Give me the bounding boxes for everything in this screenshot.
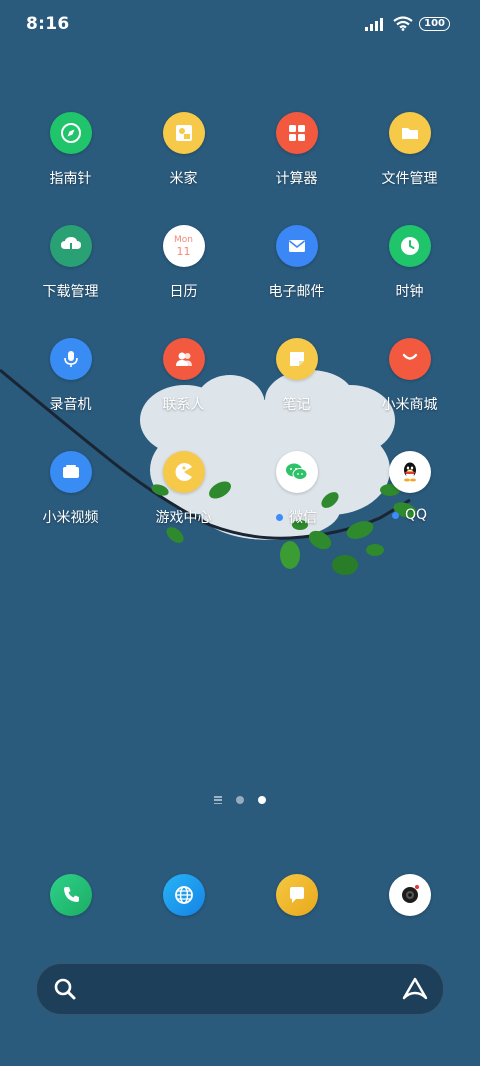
app-label: 计算器 xyxy=(275,171,318,187)
app-wechat[interactable]: 微信 xyxy=(240,451,353,564)
clock-icon xyxy=(388,225,431,267)
browser-icon xyxy=(162,874,205,916)
app-label: 小米商城 xyxy=(381,397,438,413)
app-row: 录音机 联系人 笔记 小米商城 xyxy=(14,338,466,451)
app-grid: 指南针 米家 计算器 文件管理 下载管理 Mon 11 日历 电子邮件 时钟 录… xyxy=(14,112,466,564)
microphone-icon xyxy=(49,338,92,380)
app-email[interactable]: 电子邮件 xyxy=(240,225,353,338)
app-notes[interactable]: 笔记 xyxy=(240,338,353,451)
new-badge-dot xyxy=(391,511,399,519)
camera-icon xyxy=(388,874,431,916)
status-icons: 100 xyxy=(365,16,450,31)
app-label: 下载管理 xyxy=(42,284,99,300)
app-recorder[interactable]: 录音机 xyxy=(14,338,127,451)
assistant-icon[interactable] xyxy=(401,976,429,1002)
app-mi-store[interactable]: 小米商城 xyxy=(353,338,466,451)
mail-icon xyxy=(275,225,318,267)
app-label: 笔记 xyxy=(282,397,311,413)
app-label: 录音机 xyxy=(49,397,92,413)
calculator-icon xyxy=(275,112,318,154)
battery-icon: 100 xyxy=(419,16,450,31)
calendar-day: 11 xyxy=(176,244,191,258)
app-clock[interactable]: 时钟 xyxy=(353,225,466,338)
page-indicator[interactable] xyxy=(0,796,480,804)
video-icon xyxy=(49,451,92,493)
new-badge-dot xyxy=(276,513,283,521)
app-label: 米家 xyxy=(169,171,198,187)
app-label: 电子邮件 xyxy=(268,284,325,300)
app-calculator[interactable]: 计算器 xyxy=(240,112,353,225)
app-mi-video[interactable]: 小米视频 xyxy=(14,451,127,564)
app-label: 文件管理 xyxy=(381,171,438,187)
notes-icon xyxy=(275,338,318,380)
app-label: 联系人 xyxy=(162,397,205,413)
messages-icon xyxy=(275,874,318,916)
app-label: 日历 xyxy=(169,284,198,300)
wifi-icon xyxy=(393,16,413,31)
app-compass[interactable]: 指南针 xyxy=(14,112,127,225)
app-game-center[interactable]: 游戏中心 xyxy=(127,451,240,564)
page-dot-1[interactable] xyxy=(236,796,244,804)
page-dot-2-active[interactable] xyxy=(258,796,266,804)
app-label: QQ xyxy=(391,507,428,523)
app-label: 时钟 xyxy=(395,284,424,300)
status-time: 8:16 xyxy=(26,14,70,34)
dock-phone[interactable] xyxy=(14,874,127,916)
app-label: 微信 xyxy=(276,507,317,527)
dock-browser[interactable] xyxy=(127,874,240,916)
search-bar[interactable] xyxy=(36,963,444,1015)
app-label: 指南针 xyxy=(49,171,92,187)
signal-icon xyxy=(365,17,384,31)
qq-icon xyxy=(388,451,431,493)
app-row: 下载管理 Mon 11 日历 电子邮件 时钟 xyxy=(14,225,466,338)
search-icon[interactable] xyxy=(53,977,77,1001)
app-label: 游戏中心 xyxy=(155,510,212,526)
app-row: 小米视频 游戏中心 微信 QQ xyxy=(14,451,466,564)
app-file-manager[interactable]: 文件管理 xyxy=(353,112,466,225)
app-label-text: 微信 xyxy=(289,510,317,526)
app-mijia[interactable]: 米家 xyxy=(127,112,240,225)
calendar-icon: Mon 11 xyxy=(162,225,205,267)
calendar-month: Mon xyxy=(174,234,193,245)
download-cloud-icon xyxy=(49,225,92,267)
app-label-text: QQ xyxy=(404,507,428,523)
game-icon xyxy=(162,451,205,493)
dock-camera[interactable] xyxy=(353,874,466,916)
shop-icon xyxy=(388,338,431,380)
app-calendar[interactable]: Mon 11 日历 xyxy=(127,225,240,338)
app-label: 小米视频 xyxy=(42,510,99,526)
status-bar: 8:16 100 xyxy=(0,0,480,50)
app-contacts[interactable]: 联系人 xyxy=(127,338,240,451)
phone-icon xyxy=(49,874,92,916)
dock xyxy=(14,874,466,916)
dock-messages[interactable] xyxy=(240,874,353,916)
app-row: 指南针 米家 计算器 文件管理 xyxy=(14,112,466,225)
folder-icon xyxy=(388,112,431,154)
app-drawer-indicator-icon[interactable] xyxy=(214,796,222,804)
wechat-icon xyxy=(275,451,318,493)
app-qq[interactable]: QQ xyxy=(353,451,466,564)
contacts-icon xyxy=(162,338,205,380)
compass-icon xyxy=(49,112,92,154)
mijia-icon xyxy=(162,112,205,154)
app-download-manager[interactable]: 下载管理 xyxy=(14,225,127,338)
